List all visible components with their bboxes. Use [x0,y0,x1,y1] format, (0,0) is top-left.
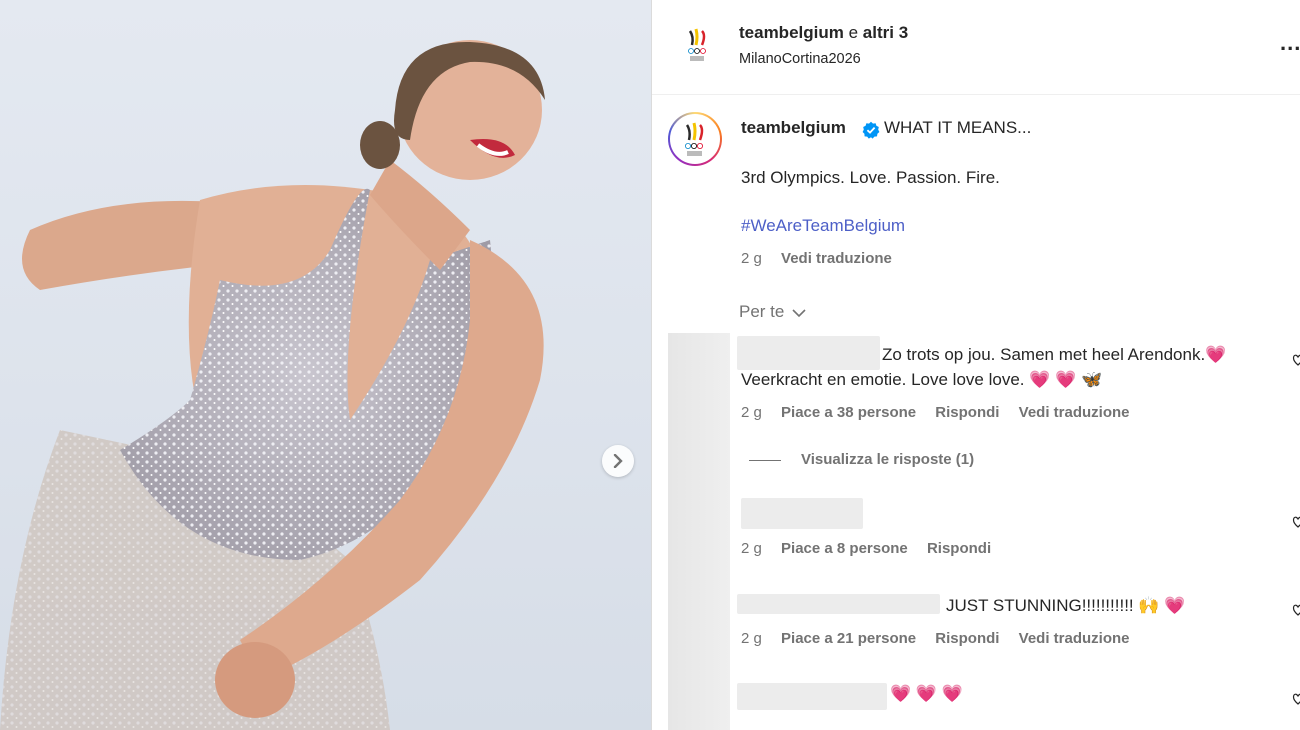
next-photo-button[interactable] [602,445,634,477]
comment-3-text: JUST STUNNING!!!!!!!!!!! [946,596,1134,615]
post-photo [0,0,651,730]
view-replies-label: Visualizza le risposte (1) [801,451,975,468]
location-link[interactable]: MilanoCortina2026 [739,51,861,67]
comment-3-meta: 2 g Piace a 21 persone Rispondi Vedi tra… [741,630,1145,647]
heart-emoji: 💗 [915,684,938,703]
comment-1-likes[interactable]: Piace a 38 persone [781,404,916,421]
comment-3-line-1: JUST STUNNING!!!!!!!!!!! 🙌 💗 [946,596,1185,616]
verified-badge-icon [862,121,880,139]
comment-1-translate-link[interactable]: Vedi traduzione [1019,404,1130,421]
more-options-icon[interactable]: ... [1280,30,1300,56]
comment-1-meta: 2 g Piace a 38 persone Rispondi Vedi tra… [741,404,1145,421]
caption-hashtag[interactable]: #WeAreTeamBelgium [741,216,905,236]
heart-outline-icon[interactable] [1292,603,1300,617]
chevron-down-icon [792,308,806,317]
redacted-username [737,336,880,370]
butterfly-emoji: 🦋 [1081,370,1103,389]
commenter-avatars-redacted [668,333,730,730]
comment-2-reply-button[interactable]: Rispondi [927,540,991,557]
replies-dash [749,459,781,461]
heart-outline-icon[interactable] [1292,692,1300,706]
comment-1-line-1: Zo trots op jou. Samen met heel Arendonk… [882,345,1226,365]
heart-emoji: 💗 [890,684,912,703]
redacted-comment [741,498,863,529]
comment-1-time[interactable]: 2 g [741,404,762,421]
heart-outline-icon[interactable] [1292,515,1300,529]
heart-emoji: 💗 [1205,345,1227,364]
comment-1-reply-button[interactable]: Rispondi [935,404,999,421]
team-belgium-avatar[interactable] [676,23,720,67]
heart-emoji: 💗 [1055,370,1077,389]
comment-4-line-1: 💗 💗 💗 [890,684,963,704]
comment-1-line-2: Veerkracht en emotie. Love love love. 💗 … [741,370,1102,390]
caption-time[interactable]: 2 g [741,250,762,267]
comment-3-time[interactable]: 2 g [741,630,762,647]
caption-headline: WHAT IT MEANS... [884,118,1032,137]
comment-2-likes[interactable]: Piace a 8 persone [781,540,908,557]
caption-translate-link[interactable]: Vedi traduzione [781,250,892,267]
comment-3-likes[interactable]: Piace a 21 persone [781,630,916,647]
view-replies-button[interactable]: Visualizza le risposte (1) [749,451,974,468]
caption-line: 3rd Olympics. Love. Passion. Fire. [741,168,1000,187]
comment-2-meta: 2 g Piace a 8 persone Rispondi [741,540,1006,557]
header-username[interactable]: teambelgium e altri 3 [739,23,908,43]
header-connector: e [848,23,859,42]
comment-3-translate-link[interactable]: Vedi traduzione [1019,630,1130,647]
caption-meta: 2 g Vedi traduzione [741,250,907,267]
comment-1-text-2: Veerkracht en emotie. Love love love. [741,370,1025,389]
heart-emoji: 💗 [941,684,963,703]
raised-hands-emoji: 🙌 [1138,596,1160,615]
team-belgium-logo-icon [688,28,706,61]
comment-1-text-1: Zo trots op jou. Samen met heel Arendonk… [882,345,1206,364]
team-belgium-logo-icon [684,122,704,156]
heart-outline-icon[interactable] [1292,353,1300,367]
comment-3-reply-button[interactable]: Rispondi [935,630,999,647]
caption-username[interactable]: teambelgium [741,118,846,138]
redacted-username [737,594,940,614]
header-username-text[interactable]: teambelgium [739,23,844,42]
post-side-panel: teambelgium e altri 3 MilanoCortina2026 … [651,0,1300,730]
heart-emoji: 💗 [1029,370,1051,389]
comment-2-time[interactable]: 2 g [741,540,762,557]
header-others[interactable]: altri 3 [863,23,908,42]
comment-sort-dropdown[interactable]: Per te [739,302,807,322]
heart-emoji: 💗 [1164,596,1186,615]
chevron-right-icon [613,454,623,468]
caption-avatar[interactable] [668,112,722,166]
post-header: teambelgium e altri 3 MilanoCortina2026 … [652,0,1300,95]
redacted-comment [737,683,887,710]
header-collaborators[interactable]: e altri 3 [849,23,909,42]
skater-illustration [0,40,545,730]
sort-label: Per te [739,302,785,321]
